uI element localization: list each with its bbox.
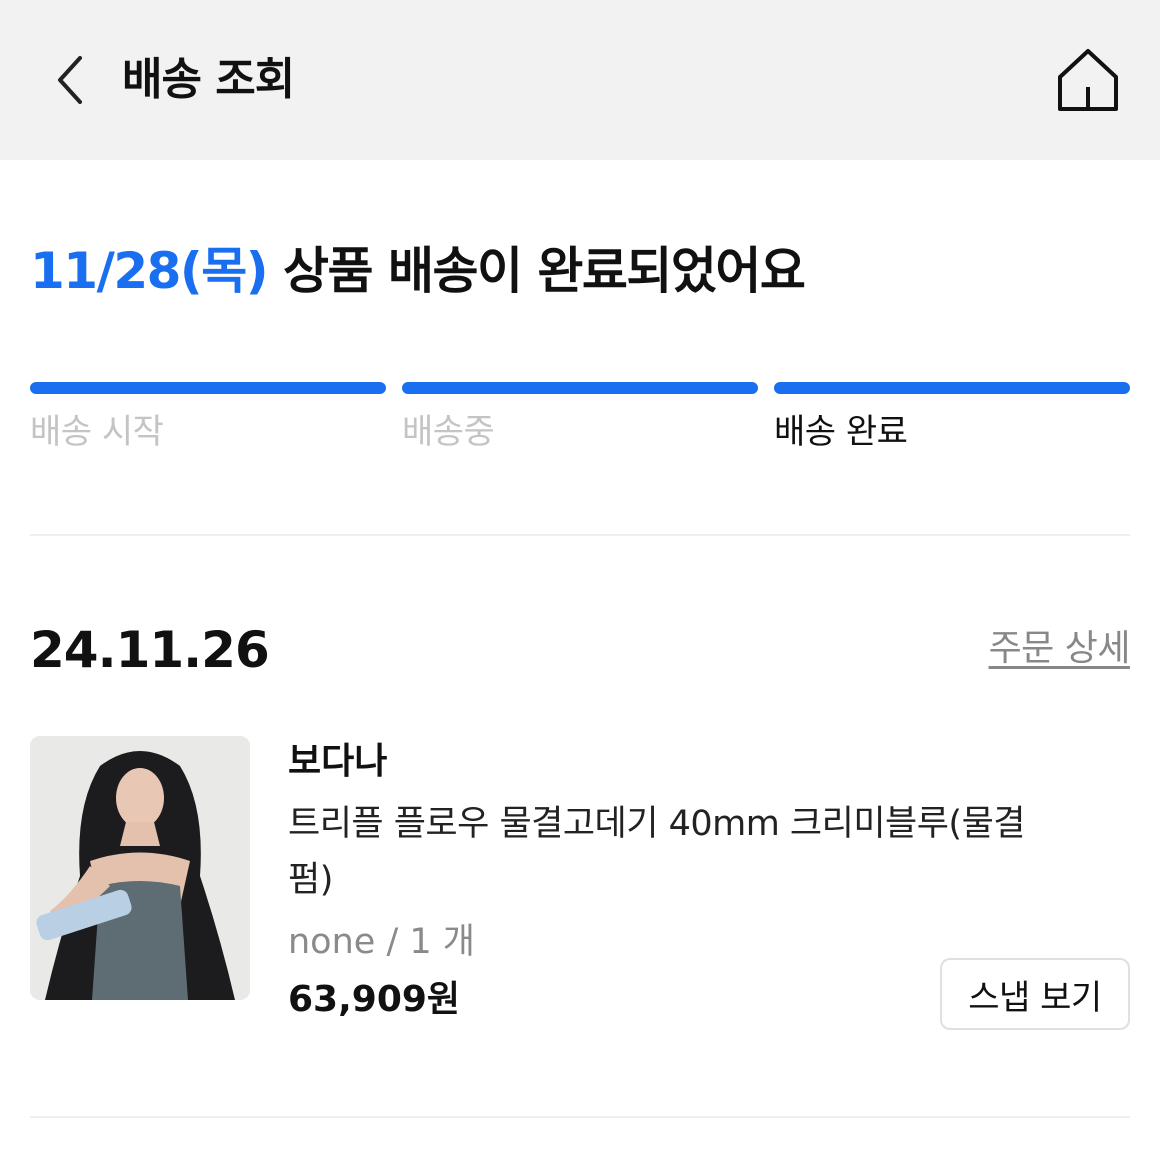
delivery-date: 11/28(목): [30, 242, 269, 300]
product-price: 63,909원: [288, 979, 461, 1020]
step-shipping-started: 배송 시작: [30, 380, 386, 460]
step-in-transit: 배송중: [402, 380, 758, 460]
step-bar: [30, 382, 386, 394]
product-name-line: 펌): [288, 860, 333, 900]
product-option: none / 1 개: [288, 922, 475, 962]
order-detail-link[interactable]: 주문 상세: [989, 624, 1131, 674]
product-photo: [30, 736, 250, 1000]
home-icon: [1058, 49, 1118, 111]
product-brand: 보다나: [288, 741, 388, 782]
step-bar: [402, 382, 758, 394]
product-name-line: 트리플 플로우 물결고데기 40mm 크리미블루(물결: [288, 804, 1025, 844]
step-bar: [774, 382, 1130, 394]
back-button[interactable]: [40, 50, 100, 110]
page-title: 배송 조회: [122, 54, 295, 105]
product-image[interactable]: [30, 736, 250, 1000]
view-snap-button[interactable]: 스냅 보기: [940, 958, 1130, 1030]
section-divider: [30, 1116, 1130, 1118]
step-label: 배송 시작: [30, 412, 164, 452]
chevron-left-icon: [58, 56, 82, 104]
delivery-status-message: 상품 배송이 완료되었어요: [283, 242, 806, 300]
home-button[interactable]: [1054, 46, 1122, 114]
step-delivered: 배송 완료: [774, 380, 1130, 460]
delivery-progress: 배송 시작 배송중 배송 완료: [30, 380, 1130, 460]
product-name[interactable]: 트리플 플로우 물결고데기 40mm 크리미블루(물결 펌): [288, 796, 1118, 908]
order-date: 24.11.26: [30, 621, 270, 679]
section-divider: [30, 534, 1130, 536]
top-bar: 배송 조회: [0, 0, 1160, 160]
delivery-status-headline: 11/28(목) 상품 배송이 완료되었어요: [30, 238, 806, 304]
step-label: 배송 완료: [774, 412, 908, 452]
step-label: 배송중: [402, 412, 495, 452]
